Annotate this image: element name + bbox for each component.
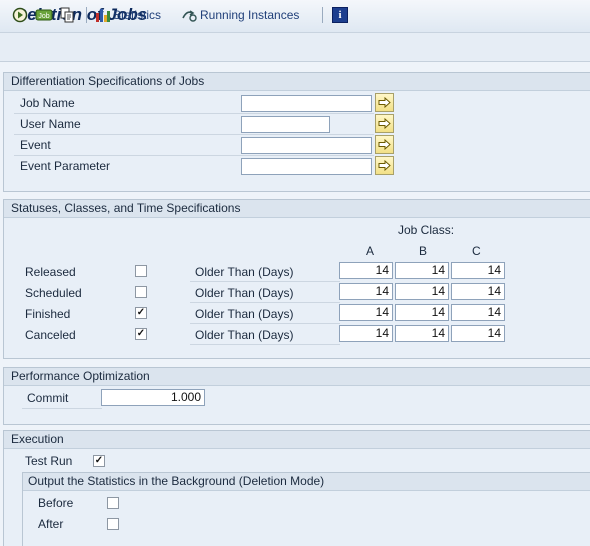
row-separator	[190, 344, 340, 345]
event-label: Event	[20, 138, 51, 152]
svg-text:Job: Job	[38, 13, 49, 20]
job-button[interactable]: Job	[35, 7, 53, 23]
days-class-a-input[interactable]: 14	[339, 283, 393, 300]
status-finished-checkbox[interactable]: ✓	[135, 307, 147, 319]
days-class-a-input[interactable]: 14	[339, 262, 393, 279]
row-separator	[190, 302, 340, 303]
before-checkbox[interactable]	[107, 497, 119, 509]
status-finished-label: Finished	[25, 307, 71, 321]
running-instances-label: Running Instances	[200, 8, 300, 22]
days-class-a-input[interactable]: 14	[339, 304, 393, 321]
test-run-checkbox[interactable]: ✓	[93, 455, 105, 467]
days-class-b-input[interactable]: 14	[395, 325, 449, 342]
running-instances-button[interactable]: Running Instances	[181, 7, 299, 23]
user-name-label: User Name	[20, 117, 81, 131]
job-name-label: Job Name	[20, 96, 75, 110]
output-statistics-group: Output the Statistics in the Background …	[22, 472, 590, 546]
info-button[interactable]: i	[332, 7, 348, 23]
get-variant-icon	[60, 7, 74, 23]
get-variant-button[interactable]	[59, 7, 75, 23]
execute-button[interactable]	[12, 7, 28, 23]
application-toolbar	[0, 33, 590, 62]
days-class-c-input[interactable]: 14	[451, 325, 505, 342]
subgroup-title: Output the Statistics in the Background …	[23, 473, 590, 491]
info-icon: i	[332, 7, 348, 23]
multiple-selection-button[interactable]	[375, 93, 394, 112]
row-separator	[14, 134, 374, 135]
commit-input[interactable]: 1.000	[101, 389, 205, 406]
status-canceled-checkbox[interactable]: ✓	[135, 328, 147, 340]
job-name-input[interactable]	[241, 95, 372, 112]
arrow-right-icon	[378, 118, 391, 129]
user-name-input[interactable]	[241, 116, 330, 133]
multiple-selection-button[interactable]	[375, 135, 394, 154]
toolbar-separator	[86, 7, 87, 23]
statistics-button[interactable]: Statistics	[95, 7, 161, 23]
multiple-selection-button[interactable]	[375, 156, 394, 175]
days-class-c-input[interactable]: 14	[451, 262, 505, 279]
group-title: Differentiation Specifications of Jobs	[4, 73, 590, 91]
older-than-label: Older Than (Days)	[195, 307, 294, 321]
row-separator	[14, 155, 374, 156]
statistics-icon	[96, 9, 110, 22]
status-scheduled-label: Scheduled	[25, 286, 82, 300]
event-parameter-label: Event Parameter	[20, 159, 111, 173]
group-title: Execution	[4, 431, 590, 449]
row-separator	[14, 113, 374, 114]
days-class-c-input[interactable]: 14	[451, 304, 505, 321]
days-class-c-input[interactable]: 14	[451, 283, 505, 300]
statistics-label: Statistics	[113, 8, 162, 22]
event-parameter-input[interactable]	[241, 158, 372, 175]
before-label: Before	[38, 496, 74, 510]
row-separator	[190, 281, 340, 282]
commit-label: Commit	[27, 391, 69, 405]
job-class-label: Job Class:	[398, 223, 455, 237]
row-separator	[22, 408, 102, 409]
older-than-label: Older Than (Days)	[195, 328, 294, 342]
days-class-b-input[interactable]: 14	[395, 283, 449, 300]
older-than-label: Older Than (Days)	[195, 265, 294, 279]
status-scheduled-checkbox[interactable]	[135, 286, 147, 298]
older-than-label: Older Than (Days)	[195, 286, 294, 300]
performance-group: Performance Optimization	[3, 367, 590, 425]
running-instances-icon	[182, 10, 197, 22]
status-released-checkbox[interactable]	[135, 265, 147, 277]
class-header-a: A	[366, 244, 375, 258]
status-released-label: Released	[25, 265, 76, 279]
arrow-right-icon	[378, 97, 391, 108]
status-canceled-label: Canceled	[25, 328, 76, 342]
days-class-b-input[interactable]: 14	[395, 262, 449, 279]
toolbar-separator	[322, 7, 323, 23]
job-icon: Job	[35, 9, 53, 21]
class-header-c: C	[472, 244, 481, 258]
group-title: Statuses, Classes, and Time Specificatio…	[4, 200, 590, 218]
multiple-selection-button[interactable]	[375, 114, 394, 133]
days-class-b-input[interactable]: 14	[395, 304, 449, 321]
execute-icon	[12, 7, 28, 23]
after-checkbox[interactable]	[107, 518, 119, 530]
after-label: After	[38, 517, 64, 531]
group-title: Performance Optimization	[4, 368, 590, 386]
row-separator	[190, 323, 340, 324]
event-input[interactable]	[241, 137, 372, 154]
arrow-right-icon	[378, 160, 391, 171]
days-class-a-input[interactable]: 14	[339, 325, 393, 342]
class-header-b: B	[419, 244, 428, 258]
test-run-label: Test Run	[25, 454, 73, 468]
arrow-right-icon	[378, 139, 391, 150]
